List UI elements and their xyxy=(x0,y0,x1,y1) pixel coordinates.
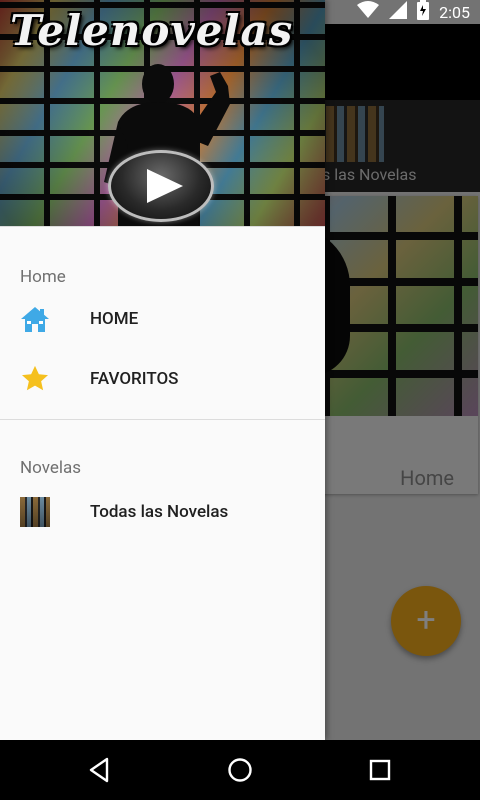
star-icon xyxy=(20,364,50,394)
signal-icon xyxy=(389,1,408,23)
navigation-drawer: Telenovelas Home HOME FAVORITOS Novelas xyxy=(0,0,325,740)
drawer-item-home[interactable]: HOME xyxy=(0,289,325,349)
section-header-novelas: Novelas xyxy=(20,458,81,478)
novela-thumbnail-icon xyxy=(20,497,50,527)
app-logo-title: Telenovelas xyxy=(10,6,294,55)
drawer-item-favoritos[interactable]: FAVORITOS xyxy=(0,349,325,409)
drawer-item-todas-las-novelas[interactable]: Todas las Novelas xyxy=(0,482,325,542)
home-icon xyxy=(20,304,50,334)
recents-icon[interactable] xyxy=(365,755,395,785)
drawer-item-todas-las-novelas-label: Todas las Novelas xyxy=(90,502,229,522)
drawer-item-home-label: HOME xyxy=(90,309,139,329)
back-icon[interactable] xyxy=(85,755,115,785)
section-header-home: Home xyxy=(20,267,66,287)
drawer-item-favoritos-label: FAVORITOS xyxy=(90,369,179,389)
home-circle-icon[interactable] xyxy=(225,755,255,785)
play-icon xyxy=(108,150,214,222)
wifi-icon xyxy=(357,1,380,23)
clock-time: 2:05 xyxy=(439,2,470,22)
drawer-header-banner: Telenovelas xyxy=(0,0,325,226)
battery-icon xyxy=(417,0,430,24)
system-navigation-bar xyxy=(0,740,480,800)
